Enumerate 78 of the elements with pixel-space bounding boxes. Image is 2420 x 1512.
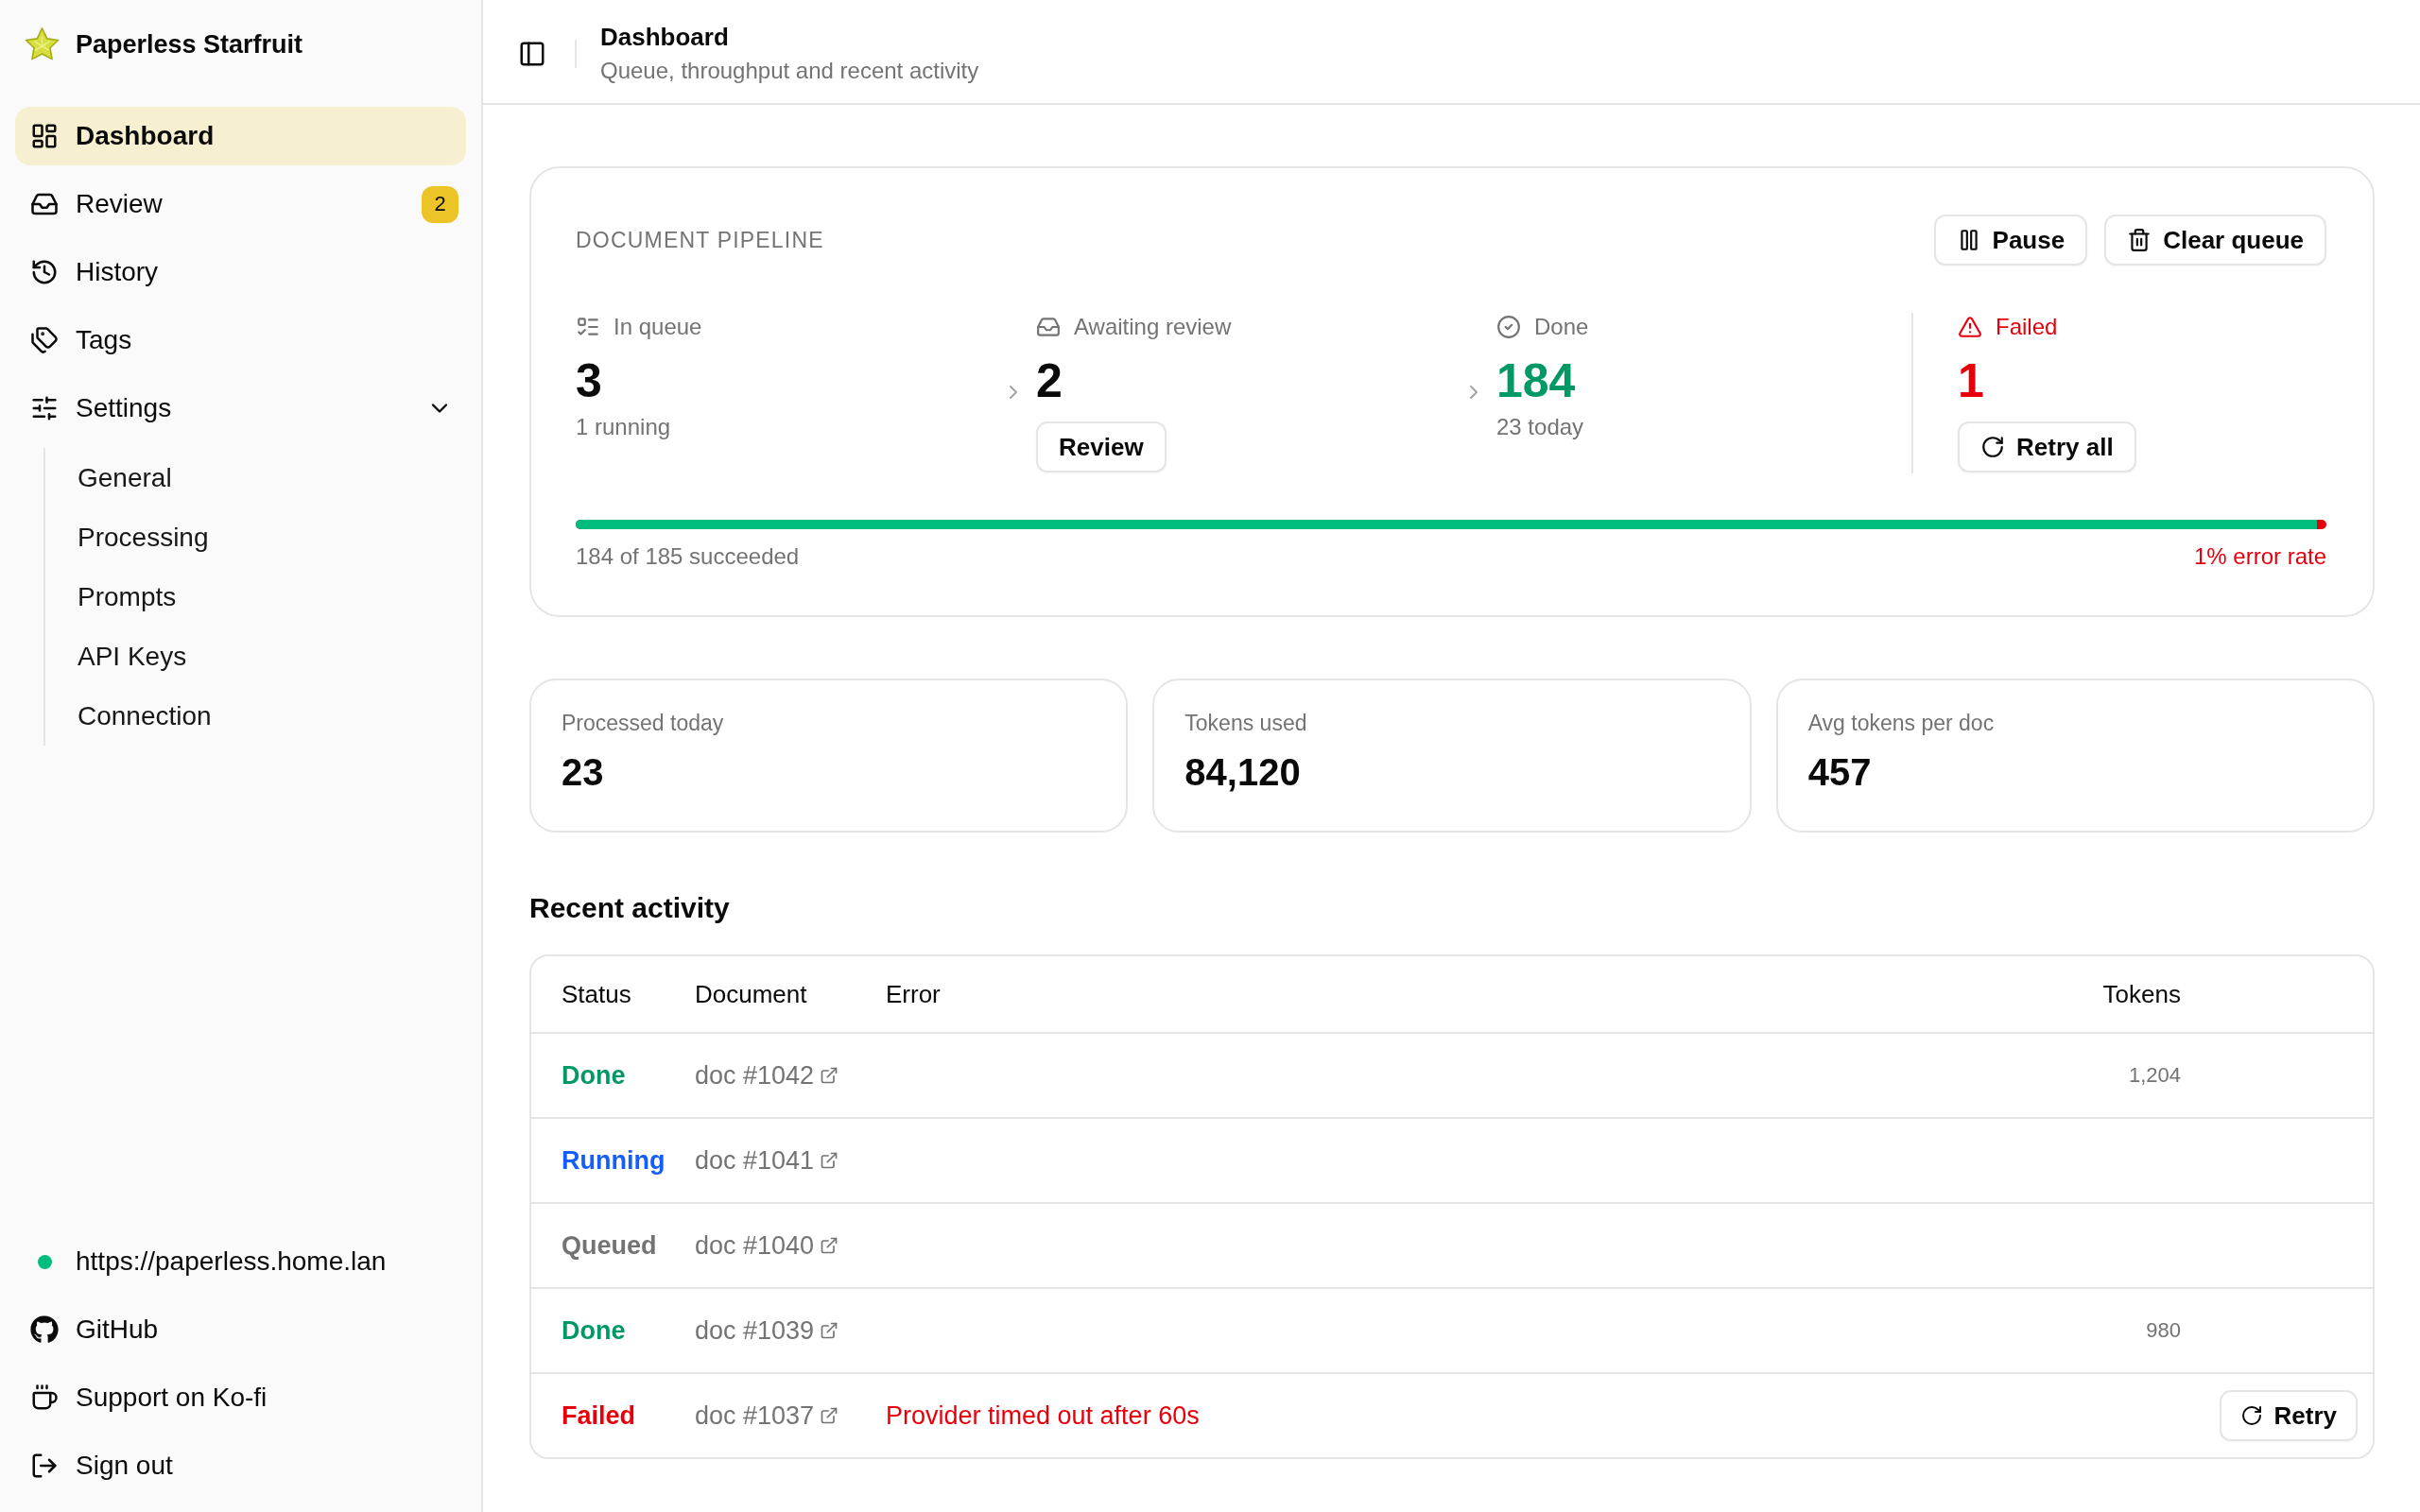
- nav-subitem[interactable]: Processing: [45, 507, 466, 567]
- page-title: Dashboard: [600, 22, 730, 51]
- retry-icon: [2239, 1404, 2263, 1427]
- progress-caption: 184 of 185 succeeded: [576, 542, 800, 571]
- nav-subitem[interactable]: Connection: [45, 686, 466, 746]
- error-message: Provider timed out after 60s: [886, 1400, 1200, 1431]
- stage-count: 3: [576, 353, 602, 409]
- sidebar-link[interactable]: Sign out: [15, 1436, 466, 1495]
- stage-note: 1 running: [576, 413, 671, 441]
- document-link[interactable]: doc #1037: [695, 1400, 839, 1431]
- document-link[interactable]: doc #1042: [695, 1060, 839, 1091]
- status-label: Failed: [562, 1400, 636, 1431]
- column-header: Document: [695, 979, 807, 1009]
- external-link-icon: [820, 1236, 839, 1255]
- server-url: https://paperless.home.lan: [76, 1246, 387, 1277]
- stat-value: 23: [562, 750, 604, 795]
- warning-icon: [1958, 315, 1982, 339]
- token-count: 1,204: [2128, 1063, 2181, 1088]
- count-badge: 2: [422, 185, 458, 223]
- nav-item[interactable]: Dashboard: [15, 107, 466, 165]
- pause-button[interactable]: Pause: [1933, 215, 2088, 266]
- sign-out-icon: [30, 1452, 59, 1480]
- stat-label: Tokens used: [1184, 710, 1307, 737]
- stat-value: 457: [1807, 750, 1872, 795]
- tags-icon: [30, 326, 59, 354]
- coffee-cup-icon: [30, 1383, 59, 1412]
- sidebar-link[interactable]: Support on Ko-fi: [15, 1368, 466, 1427]
- review-button[interactable]: Review: [1036, 421, 1167, 472]
- stage-count: 2: [1036, 353, 1063, 409]
- stage-label: In queue: [614, 314, 702, 340]
- nav-item[interactable]: History: [15, 243, 466, 301]
- check-circle-icon: [1496, 315, 1521, 339]
- retry-all-button[interactable]: Retry all: [1958, 421, 2136, 472]
- nav-item[interactable]: Settings: [15, 379, 466, 438]
- retry-button[interactable]: Retry: [2219, 1390, 2358, 1441]
- document-link[interactable]: doc #1040: [695, 1230, 839, 1261]
- external-link-icon: [820, 1406, 839, 1425]
- status-label: Queued: [562, 1230, 657, 1261]
- stage-label: Done: [1534, 314, 1589, 340]
- stage-count: 184: [1496, 353, 1576, 409]
- external-link-icon: [820, 1066, 839, 1085]
- external-link-icon: [820, 1321, 839, 1340]
- sidebar-link[interactable]: GitHub: [15, 1300, 466, 1359]
- section-title: Recent activity: [529, 891, 731, 925]
- external-link-icon: [820, 1151, 839, 1170]
- inbox-icon: [1036, 315, 1061, 339]
- document-link[interactable]: doc #1041: [695, 1145, 839, 1176]
- section-heading: DOCUMENT PIPELINE: [576, 227, 824, 253]
- clear-queue-button[interactable]: Clear queue: [2104, 215, 2326, 266]
- document-link[interactable]: doc #1039: [695, 1315, 839, 1346]
- column-header: Tokens: [2102, 979, 2181, 1009]
- column-header: Error: [886, 979, 941, 1009]
- stage-label: Failed: [1996, 314, 2058, 340]
- retry-icon: [1980, 435, 2005, 459]
- nav-item[interactable]: Tags: [15, 311, 466, 369]
- github-icon: [30, 1315, 59, 1344]
- stat-label: Avg tokens per doc: [1807, 710, 1995, 737]
- nav-subitem[interactable]: API Keys: [45, 627, 466, 686]
- status-label: Done: [562, 1060, 626, 1091]
- stat-value: 84,120: [1184, 750, 1301, 795]
- trash-icon: [2127, 228, 2152, 252]
- column-header: Status: [562, 979, 631, 1009]
- stat-label: Processed today: [562, 710, 724, 737]
- stage-count: 1: [1958, 353, 1984, 409]
- nav-subitem[interactable]: Prompts: [45, 567, 466, 627]
- status-label: Running: [562, 1145, 666, 1176]
- status-label: Done: [562, 1315, 626, 1346]
- nav-item[interactable]: Review 2: [15, 175, 466, 233]
- page-subtitle: Queue, throughput and recent activity: [600, 56, 979, 85]
- sliders-icon: [30, 394, 59, 422]
- stage-label: Awaiting review: [1074, 314, 1232, 340]
- app-name: Paperless Starfruit: [76, 29, 303, 60]
- dashboard-grid-icon: [30, 122, 59, 150]
- stage-note: 23 today: [1496, 413, 1584, 441]
- error-rate-text: 1% error rate: [2193, 542, 2326, 571]
- history-icon: [30, 258, 59, 286]
- nav-subitem[interactable]: General: [45, 448, 466, 507]
- token-count: 980: [2146, 1318, 2181, 1343]
